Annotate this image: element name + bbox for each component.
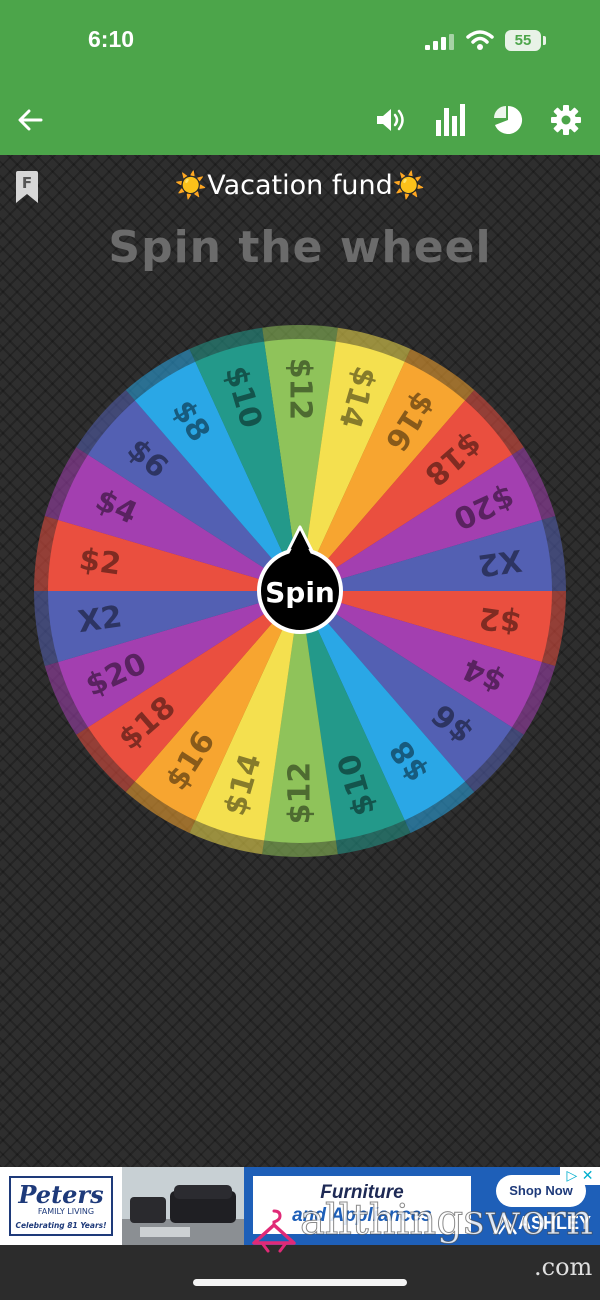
watermark-tld: .com (534, 1253, 593, 1281)
volume-icon (377, 109, 404, 131)
app-toolbar (0, 85, 600, 155)
wheel-segment-label: $12 (283, 762, 318, 825)
settings-button[interactable] (546, 85, 586, 155)
wheel-title[interactable]: ☀️Vacation fund☀️ (0, 170, 600, 201)
wheel-segment-label: X2 (476, 542, 525, 583)
back-button[interactable] (10, 85, 50, 155)
wifi-icon (466, 30, 494, 50)
status-time: 6:10 (88, 26, 135, 52)
home-indicator (193, 1279, 407, 1286)
spin-label: Spin (265, 576, 335, 609)
wheel-segment-label: $2 (477, 599, 523, 640)
arrow-left-icon (18, 109, 43, 131)
battery-icon: 55 (505, 30, 541, 51)
sun-emoji-left: ☀️ (174, 171, 208, 201)
cellular-signal-icon (425, 34, 454, 50)
prize-wheel[interactable]: $12 $14$16$18$20X2$2$4$6$8$10$12$14$16$18… (32, 323, 568, 859)
sound-button[interactable] (371, 85, 411, 155)
sun-emoji-right: ☀️ (392, 171, 426, 201)
ad-brand-sub: FAMILY LIVING (38, 1207, 94, 1216)
watermark-site: allthingsworn (299, 1195, 594, 1245)
bar-chart-icon (436, 104, 465, 136)
results-button[interactable] (488, 85, 528, 155)
adchoices-icon[interactable]: ▷ ✕ (560, 1167, 600, 1185)
ad-peters-logo: Peters FAMILY LIVING Celebrating 81 Year… (0, 1167, 122, 1245)
gear-icon (551, 105, 581, 135)
stats-button[interactable] (430, 85, 470, 155)
ad-brand-tag: Celebrating 81 Years! (15, 1221, 106, 1230)
pie-chart-icon (494, 105, 523, 134)
battery-nub (543, 36, 546, 45)
ad-brand-name: Peters (17, 1180, 104, 1209)
spin-instruction: Spin the wheel (108, 222, 492, 273)
ad-furniture-photo (122, 1167, 244, 1245)
hanger-icon (252, 1209, 296, 1253)
wheel-title-text: Vacation fund (207, 170, 393, 201)
wheel-segment-label: $12 (283, 358, 318, 421)
wheel-segment-label: $2 (77, 542, 123, 583)
battery-level: 55 (514, 32, 532, 49)
wheel-segment-label: X2 (76, 599, 125, 640)
status-bar: 6:10 55 (0, 0, 600, 85)
